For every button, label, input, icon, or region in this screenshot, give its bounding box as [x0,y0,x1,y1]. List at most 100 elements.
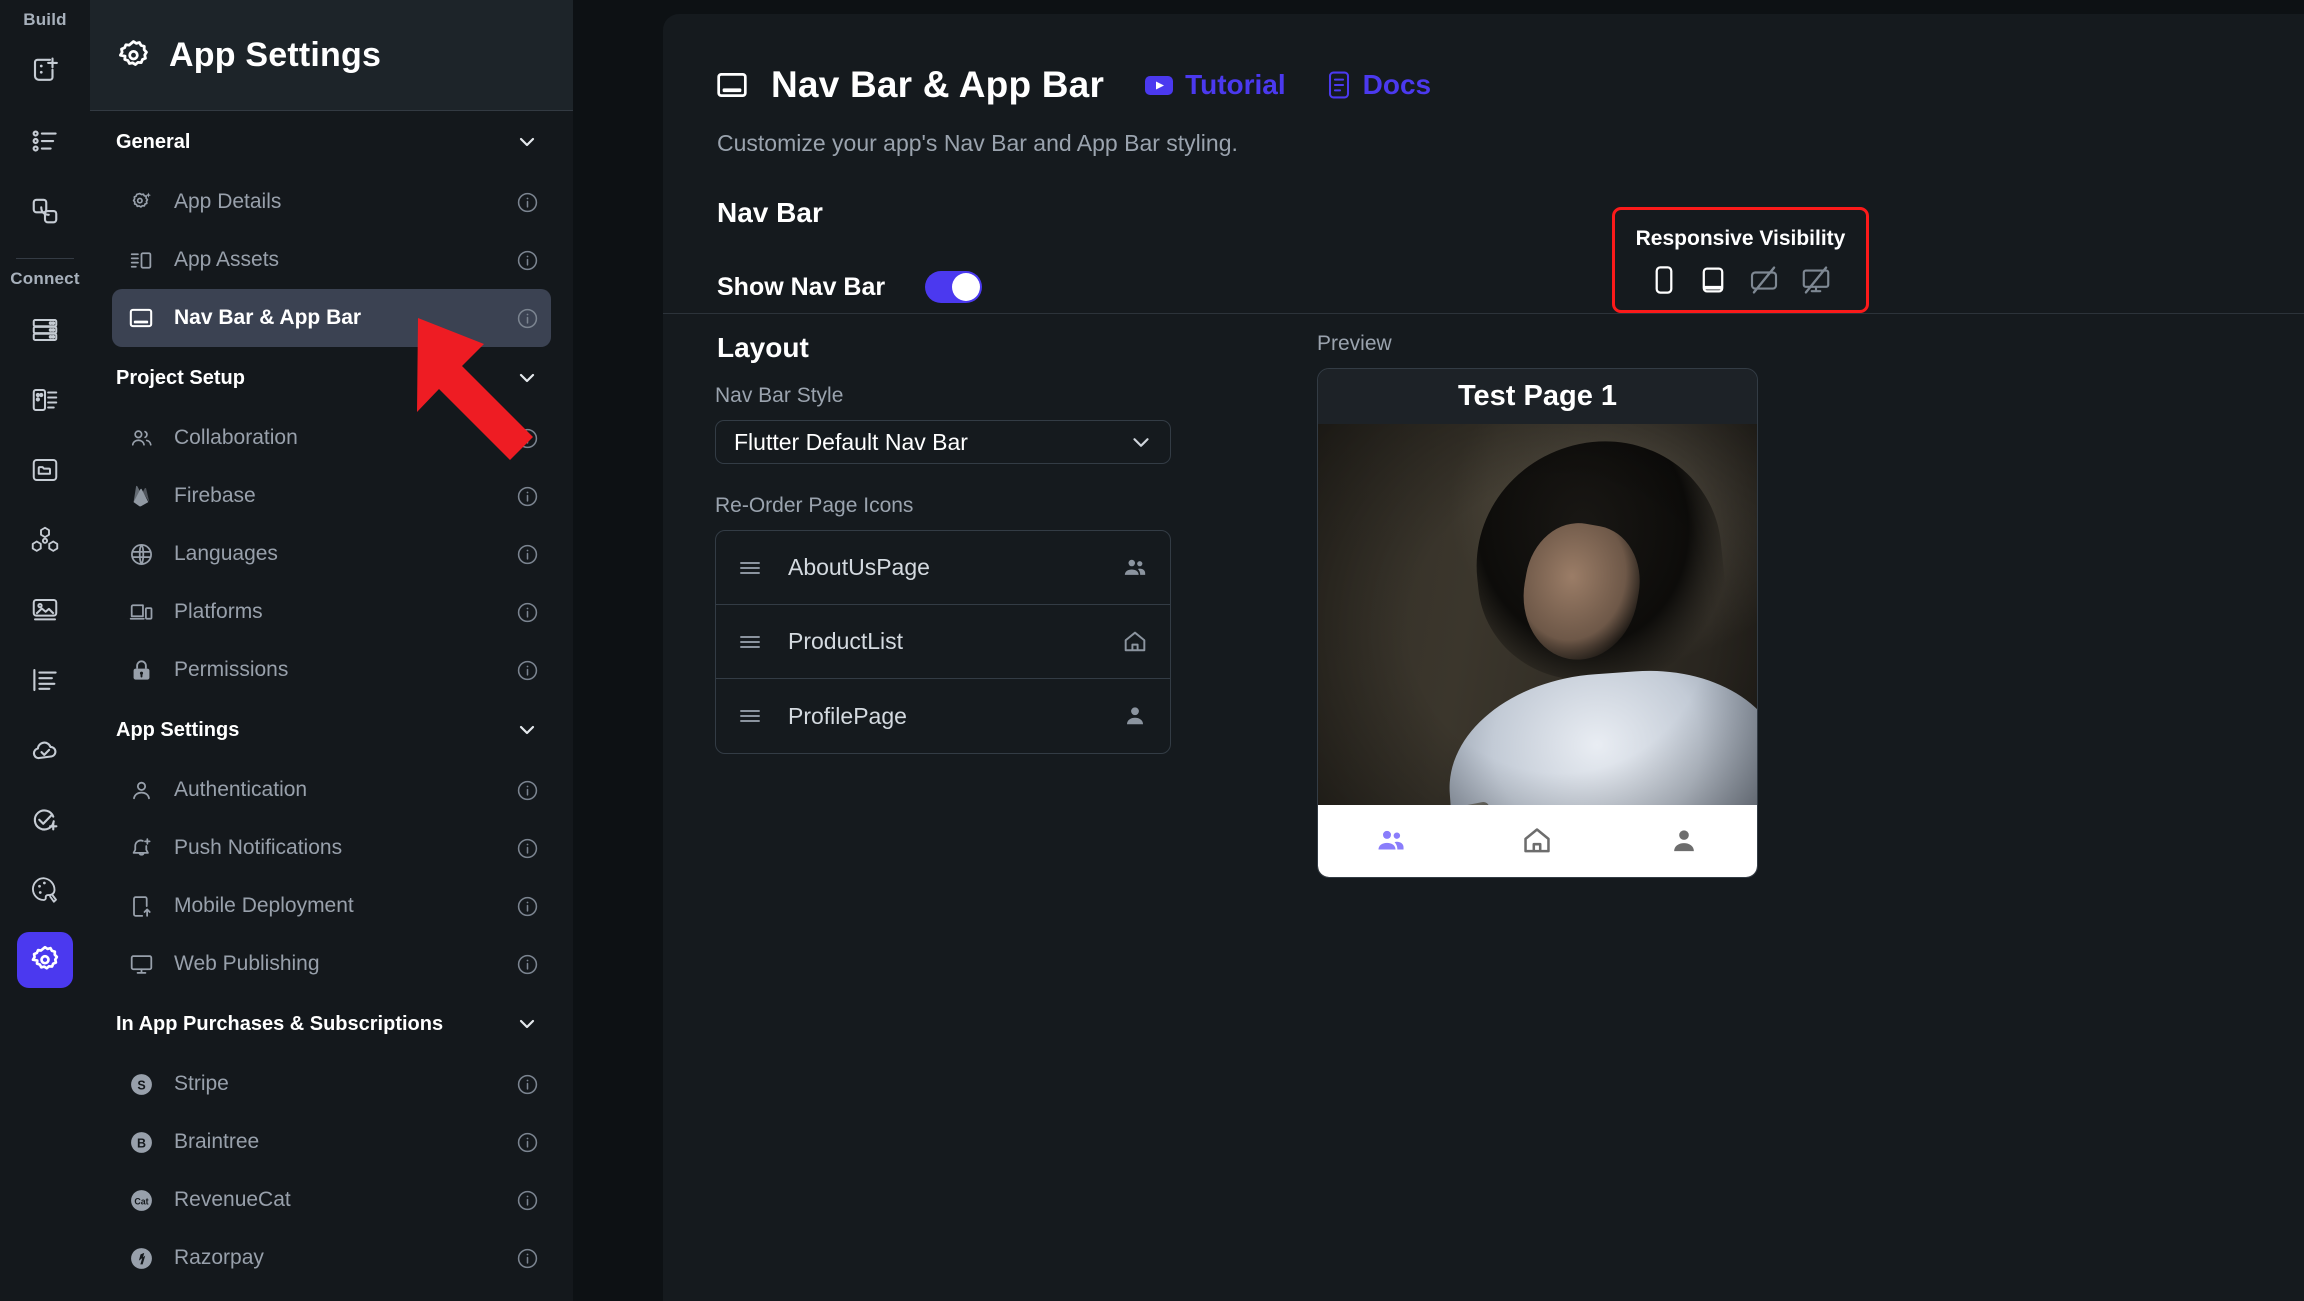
info-icon[interactable] [516,249,539,272]
nav-bar-style-label: Nav Bar Style [715,384,844,407]
info-icon[interactable] [516,1073,539,1096]
navbar-icon [715,68,749,102]
desktop-off-icon[interactable] [1801,265,1831,295]
person-icon[interactable] [1122,703,1148,729]
info-icon[interactable] [516,953,539,976]
nav-bar-section-title: Nav Bar [717,197,823,228]
sidebar-item-authentication[interactable]: Authentication [112,761,551,819]
sidebar-item-label: Permissions [174,658,289,681]
sidebar-item-collaboration[interactable]: Collaboration [112,409,551,467]
page-name: ProfilePage [788,702,907,729]
sidebar-item-web-publishing[interactable]: Web Publishing [112,935,551,993]
sidebar-group-project-setup[interactable]: Project Setup [112,347,551,409]
sidebar-item-nav-bar-app-bar[interactable]: Nav Bar & App Bar [112,289,551,347]
reorder-page-icons-list: AboutUsPage ProductList ProfilePage [715,530,1171,754]
docs-link[interactable]: Docs [1326,69,1431,101]
show-nav-bar-row: Show Nav Bar [717,271,2304,303]
svg-text:B: B [136,1136,145,1150]
settings-gear-icon[interactable] [17,932,73,988]
sidebar-item-permissions[interactable]: Permissions [112,641,551,699]
home-icon[interactable] [1122,629,1148,655]
preview-nav-item-home-icon[interactable] [1464,825,1610,857]
tutorial-link[interactable]: Tutorial [1144,69,1286,101]
razorpay-icon [128,1245,154,1271]
api-calls-icon[interactable] [17,372,73,428]
info-icon[interactable] [516,659,539,682]
info-icon[interactable] [516,895,539,918]
stripe-icon: S [128,1071,154,1097]
main-panel: Nav Bar & App Bar Tutorial Docs Customiz… [573,0,2304,1301]
integrations-icon[interactable] [17,512,73,568]
info-icon[interactable] [516,1247,539,1270]
media-folder-icon[interactable] [17,442,73,498]
sidebar-item-label: App Details [174,190,282,213]
localization-icon[interactable] [17,652,73,708]
people-icon[interactable] [1122,555,1148,581]
theme-palette-icon[interactable] [17,862,73,918]
sidebar-item-platforms[interactable]: Platforms [112,583,551,641]
sidebar-item-label: Razorpay [174,1246,264,1269]
sidebar-group-in-app-purchases[interactable]: In App Purchases & Subscriptions [112,993,551,1055]
sidebar-item-label: Platforms [174,600,263,623]
info-icon[interactable] [516,485,539,508]
sidebar-item-label: Braintree [174,1130,260,1153]
sidebar-item-firebase[interactable]: Firebase [112,467,551,525]
reorder-row[interactable]: AboutUsPage [716,531,1170,605]
nav-bar-app-bar-content: Nav Bar & App Bar Tutorial Docs Customiz… [663,14,2304,1301]
phone-icon[interactable] [1651,265,1677,295]
chevron-down-icon [1128,429,1154,455]
sidebar-item-stripe[interactable]: S Stripe [112,1055,551,1113]
sidebar-item-app-details[interactable]: App Details [112,173,551,231]
panel-header: Nav Bar & App Bar Tutorial Docs Customiz… [663,14,2304,303]
drag-handle-icon[interactable] [738,630,762,654]
sidebar-item-push-notifications[interactable]: Push Notifications [112,819,551,877]
tablet-icon[interactable] [1699,265,1727,295]
media-assets-icon[interactable] [17,582,73,638]
info-icon[interactable] [516,837,539,860]
panel-title: Nav Bar & App Bar [771,64,1105,105]
primary-icon-rail: Build Connect [0,0,90,1301]
sidebar-item-app-assets[interactable]: App Assets [112,231,551,289]
sidebar-item-label: Nav Bar & App Bar [174,306,362,329]
show-nav-bar-toggle[interactable] [925,271,983,303]
page-list-icon[interactable] [17,113,73,169]
info-icon[interactable] [516,307,539,330]
sidebar-group-app-settings[interactable]: App Settings [112,699,551,761]
tests-icon[interactable] [17,792,73,848]
info-icon[interactable] [516,1189,539,1212]
info-icon[interactable] [516,543,539,566]
deploy-cloud-icon[interactable] [17,722,73,778]
youtube-play-icon [1144,73,1174,97]
preview-nav-item-person-icon[interactable] [1611,825,1757,857]
gear-sparkle-icon [128,189,154,215]
rail-group-label-build: Build [23,10,67,29]
sidebar-group-label: App Settings [116,718,240,741]
chevron-down-icon [515,130,539,154]
drag-handle-icon[interactable] [738,704,762,728]
layout-section: Layout Nav Bar Style Flutter Default Nav… [715,332,2304,1301]
tablet-landscape-off-icon[interactable] [1749,265,1779,295]
info-icon[interactable] [516,601,539,624]
add-page-icon[interactable] [17,43,73,99]
sidebar-item-braintree[interactable]: B Braintree [112,1113,551,1171]
info-icon[interactable] [516,779,539,802]
components-icon[interactable] [17,183,73,239]
sidebar-scroll-area[interactable]: General App Details App Assets Nav Bar &… [90,111,573,1301]
sidebar-header: App Settings [90,0,573,111]
sidebar-item-languages[interactable]: Languages [112,525,551,583]
info-icon[interactable] [516,1131,539,1154]
database-icon[interactable] [17,302,73,358]
sidebar-item-revenuecat[interactable]: Cat RevenueCat [112,1171,551,1229]
info-icon[interactable] [516,427,539,450]
reorder-row[interactable]: ProfilePage [716,679,1170,753]
preview-nav-item-people-icon[interactable] [1318,825,1464,857]
reorder-row[interactable]: ProductList [716,605,1170,679]
sidebar-group-general[interactable]: General [112,111,551,173]
sidebar-item-mobile-deployment[interactable]: Mobile Deployment [112,877,551,935]
info-icon[interactable] [516,191,539,214]
nav-bar-style-select[interactable]: Flutter Default Nav Bar [715,420,1171,464]
drag-handle-icon[interactable] [738,556,762,580]
sidebar-item-razorpay[interactable]: Razorpay [112,1229,551,1287]
reorder-page-icons-label: Re-Order Page Icons [715,494,914,517]
responsive-visibility-title: Responsive Visibility [1635,227,1846,250]
